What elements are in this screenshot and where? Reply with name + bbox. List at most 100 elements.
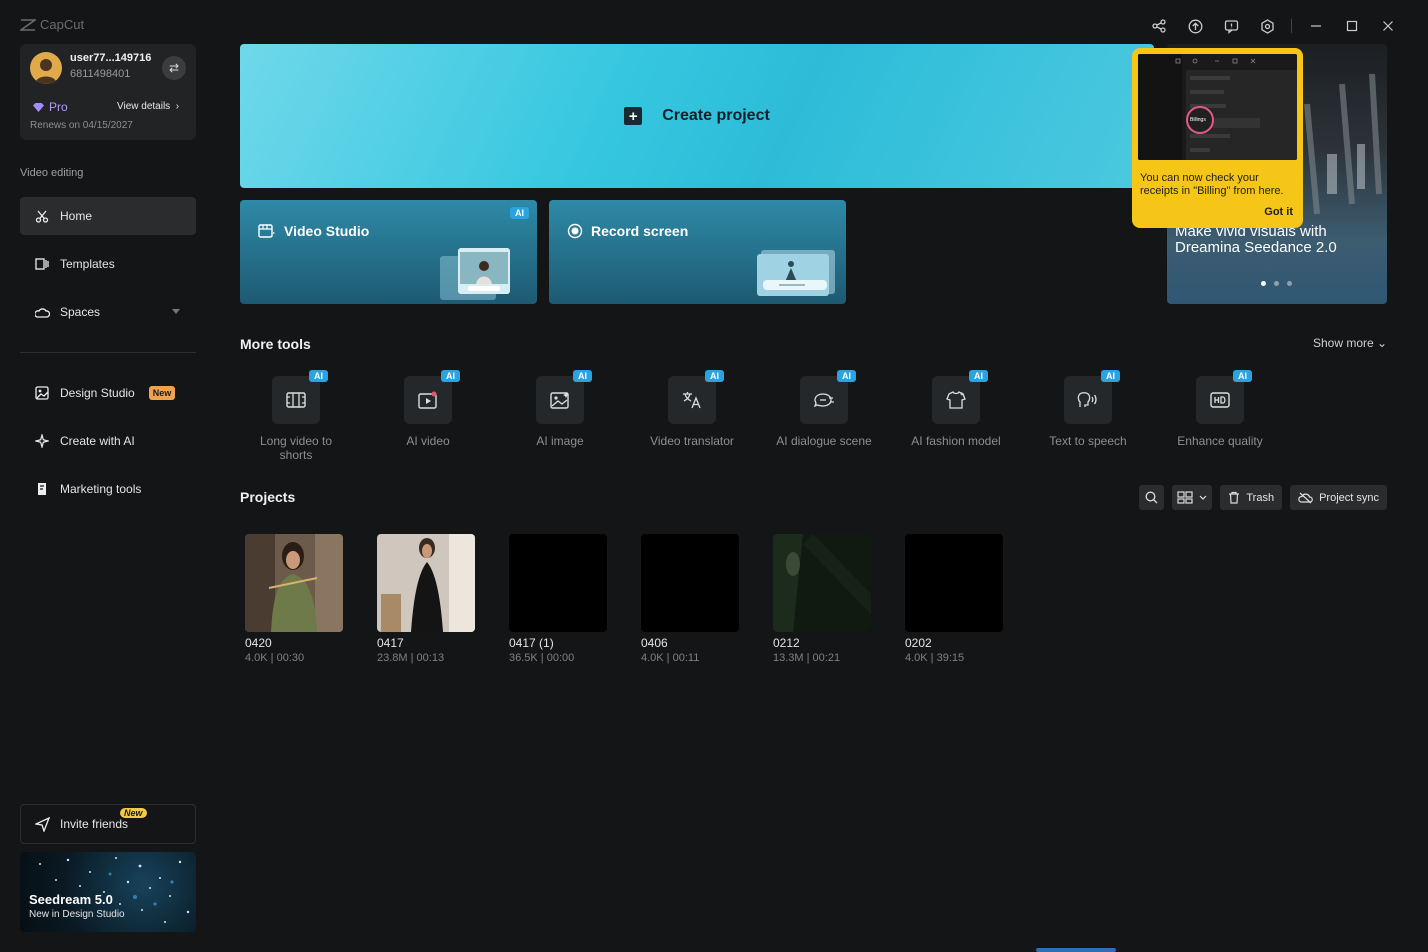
show-more-link[interactable]: Show more ⌄ [1313, 336, 1387, 350]
project-item[interactable]: 0406 4.0K | 00:11 [641, 534, 739, 664]
tool-label-line: Long video to [259, 434, 333, 448]
record-screen-illustration [757, 250, 835, 296]
project-item[interactable]: 0212 13.3M | 00:21 [773, 534, 871, 664]
invite-label: Invite friends [60, 817, 129, 831]
project-item[interactable]: 0202 4.0K | 39:15 [905, 534, 1003, 664]
diamond-icon [33, 102, 44, 112]
carousel-dot[interactable] [1261, 281, 1266, 286]
search-button[interactable] [1139, 485, 1165, 510]
sidebar-item-create-with-ai[interactable]: Create with AI [20, 422, 196, 460]
tool-enhance-quality[interactable]: AI Enhance quality [1154, 370, 1286, 448]
project-sync-label: Project sync [1319, 491, 1379, 504]
tool-label: Text to speech [1049, 434, 1127, 448]
show-more-label: Show more [1313, 336, 1374, 350]
view-details-label: View details [117, 101, 171, 112]
promo-text-line: Dreamina Seedance 2.0 [1175, 239, 1337, 256]
minimize-icon[interactable] [1298, 14, 1334, 38]
caret-down-icon[interactable] [172, 309, 180, 314]
projects-title: Projects [240, 489, 296, 505]
carousel-dot[interactable] [1274, 281, 1279, 286]
user-card[interactable]: user77...149716 6811498401 ⇄ Pro View de… [20, 44, 196, 140]
grid-view-icon [1177, 491, 1193, 504]
switch-account-icon[interactable]: ⇄ [162, 56, 186, 80]
projects-toolbar: Trash Project sync [1139, 485, 1387, 510]
tool-ai-fashion-model[interactable]: AI AI fashion model [890, 370, 1022, 448]
dialogue-icon: AI [800, 370, 856, 424]
tool-long-video-to-shorts[interactable]: AI Long video to shorts [230, 370, 362, 462]
project-name: 0406 [641, 636, 668, 650]
upload-icon[interactable] [1177, 14, 1213, 38]
settings-icon[interactable] [1249, 14, 1285, 38]
scissors-icon [34, 208, 50, 224]
got-it-button[interactable]: Got it [1264, 206, 1293, 218]
create-project-button[interactable]: + Create project [240, 44, 1154, 188]
view-details-link[interactable]: View details › [117, 101, 179, 112]
invite-friends-button[interactable]: Invite friends [20, 804, 196, 844]
renews-text: Renews on 04/15/2027 [30, 120, 133, 131]
video-play-icon: AI [404, 370, 460, 424]
project-thumbnail[interactable] [641, 534, 739, 632]
hd-icon: AI [1196, 370, 1252, 424]
sidebar-item-design-studio[interactable]: Design Studio New [20, 374, 196, 412]
titlebar-actions [1141, 14, 1406, 38]
new-badge: New [148, 386, 176, 400]
seedream-promo[interactable]: Seedream 5.0 New in Design Studio [20, 852, 196, 932]
tooltip-preview: Billings [1138, 54, 1297, 160]
record-screen-card[interactable]: Record screen [549, 200, 846, 304]
avatar[interactable] [30, 52, 62, 84]
chevron-down-icon [1199, 495, 1207, 500]
ai-badge: AI [441, 370, 460, 382]
project-thumbnail[interactable] [509, 534, 607, 632]
tool-ai-video[interactable]: AI AI video [362, 370, 494, 448]
project-name: 0202 [905, 636, 932, 650]
tool-label: AI image [536, 434, 584, 448]
sidebar-divider [20, 352, 196, 353]
project-sync-button[interactable]: Project sync [1290, 485, 1387, 510]
tool-text-to-speech[interactable]: AI Text to speech [1022, 370, 1154, 448]
project-name: 0417 [377, 636, 404, 650]
app-name: CapCut [40, 17, 85, 32]
share-icon[interactable] [1141, 14, 1177, 38]
view-toggle-button[interactable] [1172, 485, 1213, 510]
project-meta: 13.3M | 00:21 [773, 652, 841, 664]
sidebar-item-label: Create with AI [60, 434, 135, 448]
tool-video-translator[interactable]: AI Video translator [626, 370, 758, 448]
capcut-logo-icon [20, 18, 36, 31]
tool-ai-image[interactable]: AI AI image [494, 370, 626, 448]
image-icon: AI [536, 370, 592, 424]
sidebar-item-marketing-tools[interactable]: Marketing tools [20, 470, 196, 508]
sidebar-item-label: Marketing tools [60, 482, 142, 496]
section-label: Video editing [20, 167, 84, 179]
project-item[interactable]: 0417 (1) 36.5K | 00:00 [509, 534, 607, 664]
sidebar-item-templates[interactable]: Templates [20, 245, 196, 283]
project-thumbnail[interactable] [245, 534, 343, 632]
cloud-sync-icon [1298, 492, 1313, 503]
pro-badge: Pro [32, 100, 68, 114]
tool-ai-dialogue-scene[interactable]: AI AI dialogue scene [758, 370, 890, 448]
film-cut-icon: AI [272, 370, 328, 424]
ai-badge: AI [705, 370, 724, 382]
sidebar-item-spaces[interactable]: Spaces [20, 293, 196, 331]
carousel-dot[interactable] [1287, 281, 1292, 286]
project-name: 0417 (1) [509, 636, 554, 650]
translate-icon: AI [668, 370, 724, 424]
preview-label: Billings [1190, 117, 1206, 123]
ai-badge: AI [510, 207, 529, 219]
project-thumbnail[interactable] [773, 534, 871, 632]
user-id: 6811498401 [70, 68, 131, 80]
feedback-icon[interactable] [1213, 14, 1249, 38]
trash-button[interactable]: Trash [1220, 485, 1283, 510]
sidebar-item-home[interactable]: Home [20, 197, 196, 235]
project-item[interactable]: 0417 23.8M | 00:13 [377, 534, 475, 664]
maximize-icon[interactable] [1334, 14, 1370, 38]
project-thumbnail[interactable] [905, 534, 1003, 632]
trash-icon [1229, 491, 1240, 504]
video-studio-card[interactable]: Video Studio AI [240, 200, 537, 304]
project-item[interactable]: 0420 4.0K | 00:30 [245, 534, 343, 664]
project-thumbnail[interactable] [377, 534, 475, 632]
trash-label: Trash [1246, 491, 1275, 504]
scroll-indicator[interactable] [1036, 948, 1116, 952]
project-name: 0420 [245, 636, 272, 650]
project-meta: 23.8M | 00:13 [377, 652, 445, 664]
close-icon[interactable] [1370, 14, 1406, 38]
